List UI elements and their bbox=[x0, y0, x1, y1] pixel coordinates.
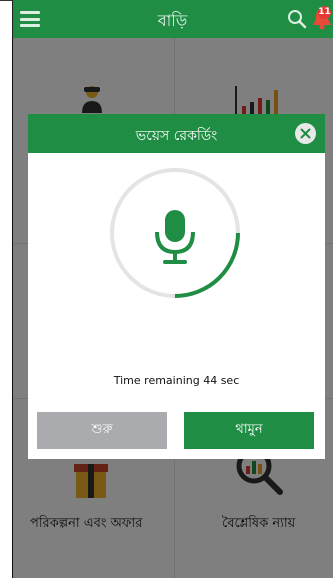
notification-badge: 11 bbox=[318, 6, 331, 19]
recording-progress-ring bbox=[110, 168, 240, 298]
stop-button[interactable]: থামুন bbox=[184, 412, 314, 449]
screen: পরিকল্পনা এবং অফার বৈশ্লেষিক ন্যায় বাড়… bbox=[0, 0, 333, 578]
microphone-icon[interactable] bbox=[155, 210, 195, 264]
app-bar: বাড়ি 11 bbox=[12, 0, 333, 38]
dialog-title: ভয়েস রেকর্ডিং bbox=[135, 128, 218, 144]
close-button[interactable] bbox=[295, 123, 316, 144]
time-remaining-text: Time remaining 44 sec bbox=[113, 374, 240, 387]
page-title: বাড়ি bbox=[157, 11, 188, 30]
voice-recording-dialog: ভয়েস রেকর্ডিং Time remaining 44 sec শুর… bbox=[28, 114, 325, 459]
close-icon bbox=[300, 128, 311, 139]
recording-progress-arc bbox=[174, 232, 240, 298]
dialog-header: ভয়েস রেকর্ডিং bbox=[28, 114, 325, 153]
start-button[interactable]: শুরু bbox=[37, 412, 167, 449]
search-icon[interactable] bbox=[287, 9, 307, 29]
